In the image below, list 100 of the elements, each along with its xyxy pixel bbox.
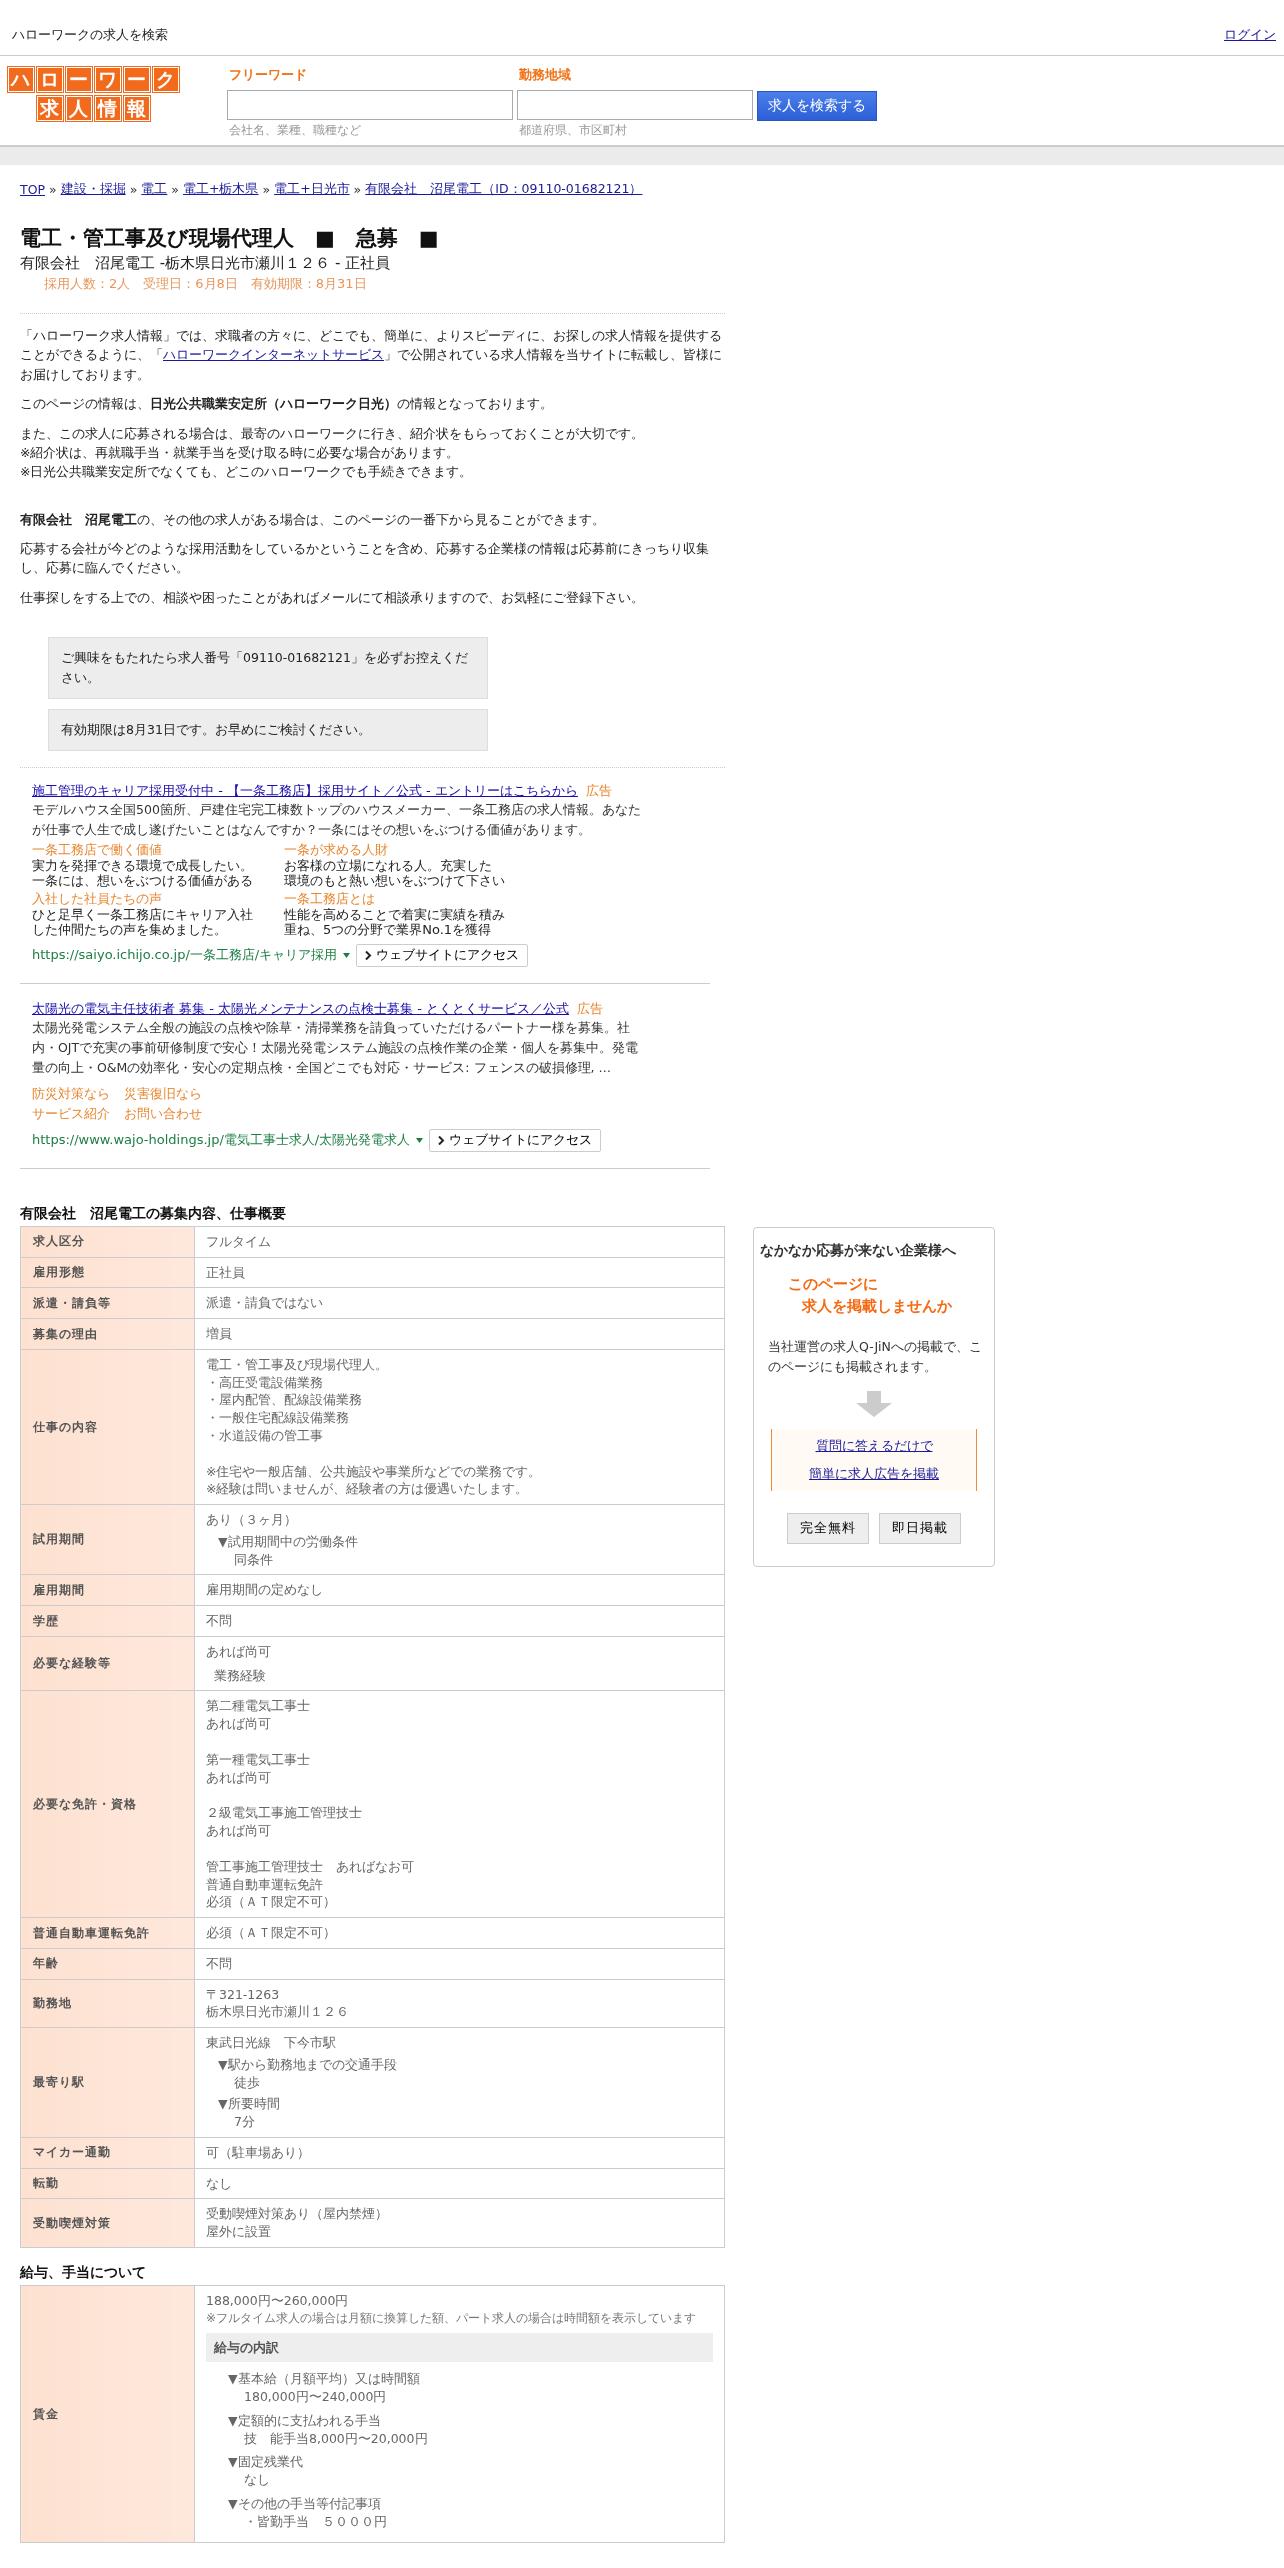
section-title: 有限会社 沼尾電工の募集内容、仕事概要	[20, 1204, 287, 1223]
promo-link[interactable]: 簡単に求人広告を掲載	[809, 1465, 939, 1484]
job-subtitle: 有限会社 沼尾電工 -栃木県日光市瀬川１２６ - 正社員	[20, 254, 392, 273]
field-label: 勤務地域	[518, 66, 572, 84]
paragraph: また、この求人に応募される場合は、最寄のハローワークに行き、紹介状をもらっておくことが大切です。 ※紹介状は、再就職手当・就業手当を受け取る時に必要な場合があります。 ※日光公共職業安定所でなくても、どこのハローワークでも手続きできます。	[20, 424, 645, 482]
breakdown-item: ▼定額的に支払われる手当 技 能手当8,000円〜20,000円	[227, 2411, 429, 2448]
row-label: 勤務地	[20, 1979, 195, 2028]
service-link[interactable]: ハローワークインターネットサービス	[163, 347, 384, 363]
notice: ご興味をもたれたら求人番号「09110-01682121」を必ずお控えください。	[48, 637, 488, 700]
table-cell: 受動喫煙対策あり（屋内禁煙） 屋外に設置	[194, 2198, 725, 2248]
row-label: 最寄り駅	[20, 2027, 195, 2138]
row-label: 募集の理由	[20, 1318, 195, 1350]
breadcrumb-link[interactable]: 電工	[141, 181, 168, 198]
ad-label: 広告	[585, 782, 612, 801]
chevron-icon	[438, 1135, 446, 1145]
row-label: 賃金	[20, 2285, 195, 2543]
row-label: 派遣・請負等	[20, 1287, 195, 1319]
search-button[interactable]: 求人を検索する	[757, 91, 877, 121]
ad-title-link[interactable]: 施工管理のキャリア採用受付中 - 【一条工務店】採用サイト／公式 - エントリーはこちらから	[32, 782, 578, 801]
notice: 有効期限は8月31日です。お早めにご検討ください。	[48, 709, 488, 752]
row-label: 受動喫煙対策	[20, 2198, 195, 2248]
table-cell: 東武日光線 下今市駅 ▼駅から勤務地までの交通手段 徒歩 ▼所要時間 7分	[194, 2027, 725, 2138]
site-title: ハローワークの求人を検索	[12, 25, 168, 44]
table-cell: あり（３ヶ月） ▼試用期間中の労働条件 同条件	[194, 1504, 725, 1575]
sitelink-text: 性能を高めることで着実に実績を積み 重ね、5つの分野で業界No.1を獲得	[284, 908, 506, 938]
section-title: 給与、手当について	[20, 2263, 147, 2282]
paragraph: このページの情報は、日光公共職業安定所（ハローワーク日光）の情報となっております。	[20, 395, 554, 414]
chevron-icon	[365, 950, 373, 960]
row-label: 求人区分	[20, 1226, 195, 1258]
breadcrumb-link[interactable]: 建設・採掘	[60, 181, 126, 198]
search-field[interactable]	[227, 90, 513, 120]
table-cell: 増員	[194, 1318, 725, 1350]
ad-title-link[interactable]: 太陽光の電気主任技術者 募集 - 太陽光メンテナンスの点検士募集 - とくとくサービス／公式	[32, 999, 570, 1018]
ad-description: 太陽光発電システム全般の施設の点検や除草・清掃業務を請負っていただけるパートナー様を募集。社内・OJTで充実の事前研修制度で安心！太陽光発電システム施設の点検作業の企業・個人を募集中。発電量の向上・O&Mの効率化・安心の定期点検・全国どこでも対応・サービス: フェンスの破損修理, …	[32, 1018, 640, 1077]
table-cell: あれば尚可 業務経験	[194, 1636, 725, 1691]
visit-website-button[interactable]: ウェブサイトにアクセス	[429, 1128, 602, 1152]
table-cell: 電工・管工事及び現場代理人。 ・高圧受電設備業務 ・屋内配管、配線設備業務 ・一般住宅配線設備業務 ・水道設備の管工事 ※住宅や一般店舗、公共施設や事業所などでの業務です。 ※経験は問いませんが、経験者の方は優遇いたします。	[194, 1349, 725, 1505]
dropdown-icon[interactable]	[343, 952, 351, 958]
table-cell: 雇用期間の定めなし	[194, 1574, 725, 1606]
wage-note: ※フルタイム求人の場合は月額に換算した額、パート求人の場合は時間額を表示しています	[206, 2309, 698, 2327]
breadcrumb-separator: »	[49, 182, 57, 197]
dropdown-icon[interactable]	[416, 1137, 424, 1143]
logo: ハ ロ ー ワ ー ク 求 人 情 報	[5, 66, 181, 122]
promo-button[interactable]: 即日掲載	[879, 1513, 961, 1545]
row-label: 仕事の内容	[20, 1349, 195, 1505]
table-cell: 可（駐車場あり）	[194, 2137, 725, 2169]
sitelink-text: ひと足早く一条工務店にキャリア入社 した仲間たちの声を集めました。	[32, 908, 254, 938]
promo-link[interactable]: 質問に答えるだけで	[815, 1437, 933, 1456]
table-cell: 派遣・請負ではない	[194, 1287, 725, 1319]
paragraph: 有限会社 沼尾電工の、その他の求人がある場合は、このページの一番下から見ることができます。	[20, 510, 606, 529]
breadcrumb-separator: »	[171, 182, 179, 197]
paragraph: 応募する会社が今どのような採用活動をしているかということを含め、応募する企業様の情報は応募前にきっちり収集し、応募に臨んでください。	[20, 540, 710, 578]
ad-description: モデルハウス全国500箇所、戸建住宅完工棟数トップのハウスメーカー、一条工務店の求人情報。あなたが仕事で人生で成し遂げたいことはなんですか？一条にはその想いをぶつける価値があります。	[32, 801, 642, 840]
row-label: 試用期間	[20, 1504, 195, 1575]
ad-url: https://www.wajo-holdings.jp/電気工事士求人/太陽光発電求人	[32, 1131, 411, 1150]
breadcrumb-separator: »	[129, 182, 138, 197]
row-label: 雇用期間	[20, 1574, 195, 1606]
table-cell: 不問	[194, 1948, 725, 1980]
table-cell: 〒321-1263 栃木県日光市瀬川１２６	[194, 1979, 725, 2028]
table-cell: 正社員	[194, 1257, 725, 1288]
row-label: 必要な免許・資格	[20, 1690, 195, 1918]
breadcrumb-link[interactable]: 電工+日光市	[274, 181, 350, 198]
row-label: マイカー通勤	[20, 2137, 195, 2169]
paragraph: 「ハローワーク求人情報」では、求職者の方々に、どこでも、簡単に、よりスピーディに、お探しの求人情報を提供することができるように、「ハローワークインターネットサービス」で公開されている求人情報を当サイトに転載し、皆様にお届けしております。	[20, 327, 723, 384]
row-label: 転勤	[20, 2168, 195, 2199]
breakdown-heading: 給与の内訳	[206, 2332, 713, 2363]
row-label: 普通自動車運転免許	[20, 1917, 195, 1949]
table-cell: フルタイム	[194, 1226, 725, 1258]
job-title: 電工・管工事及び現場代理人 ■ 急募 ■	[20, 225, 440, 252]
wage-range: 188,000円〜260,000円	[206, 2291, 350, 2310]
breadcrumb-separator: »	[353, 182, 362, 197]
field-label: フリーワード	[228, 66, 308, 84]
search-field[interactable]	[517, 90, 753, 120]
field-hint: 都道府県、市区町村	[518, 122, 628, 139]
login-link[interactable]: ログイン	[1224, 25, 1276, 44]
breadcrumb-link[interactable]: 電工+栃木県	[183, 181, 259, 198]
breadcrumb-link[interactable]: 有限会社 沼尾電工（ID：09110-01682121）	[365, 181, 643, 198]
breakdown-item: ▼固定残業代 なし	[227, 2453, 304, 2489]
sitelink-text: お客様の立場になれる人。充実した 環境のもと熱い想いをぶつけて下さい	[284, 859, 506, 889]
sitelink-text: 実力を発揮できる環境で成長したい。 一条には、想いをぶつける価値がある	[32, 859, 254, 889]
table-cell: 不問	[194, 1605, 725, 1637]
table-cell: 第二種電気工事士 あれば尚可 第一種電気工事士 あれば尚可 ２級電気工事施工管理技士 あれば尚可 管工事施工管理技士 あればなお可 普通自動車運転免許 必須（ＡＴ限定不可）	[194, 1690, 725, 1918]
row-label: 年齢	[20, 1948, 195, 1980]
table-cell: なし	[194, 2168, 725, 2199]
paragraph: 仕事探しをする上での、相談や困ったことがあればメールにて相談承りますので、お気軽にご登録下さい。	[20, 588, 645, 607]
promo-text: 当社運営の求人Q-JiNへの掲載で、このページにも掲載されます。	[767, 1338, 983, 1377]
row-label: 必要な経験等	[20, 1636, 195, 1691]
down-arrow-icon	[856, 1391, 892, 1418]
promo-button[interactable]: 完全無料	[787, 1513, 869, 1545]
job-meta: 採用人数：2人 受理日：6月8日 有効期限：8月31日	[43, 275, 368, 293]
promo-catchphrase: このページに 求人を掲載しませんか	[787, 1274, 952, 1316]
visit-website-button[interactable]: ウェブサイトにアクセス	[356, 943, 529, 967]
promo-title: なかなか応募が来ない企業様へ	[760, 1241, 956, 1260]
breadcrumb-separator: »	[262, 182, 271, 197]
breadcrumb-link[interactable]: TOP	[20, 182, 45, 197]
row-label: 雇用形態	[20, 1257, 195, 1288]
ad-label: 広告	[577, 999, 604, 1018]
breakdown-item: ▼その他の手当等付記事項 ・皆勤手当 ５０００円	[227, 2494, 388, 2531]
ad-url: https://saiyo.ichijo.co.jp/一条工務店/キャリア採用	[32, 946, 338, 965]
table-cell: 必須（ＡＴ限定不可）	[194, 1917, 725, 1949]
